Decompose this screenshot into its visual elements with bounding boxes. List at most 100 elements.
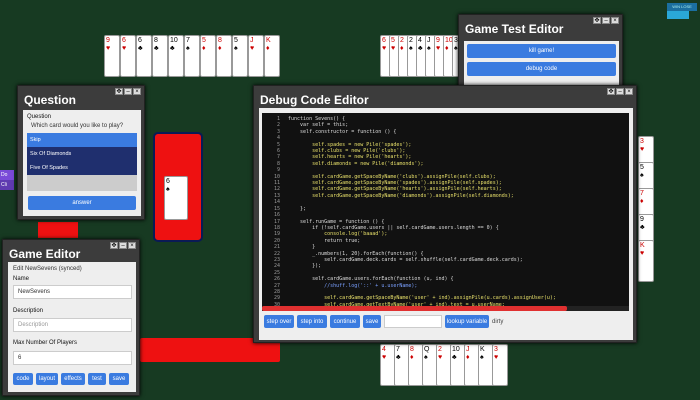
playing-card[interactable]: 5 ♦ xyxy=(200,35,216,77)
card-rank: 10 xyxy=(170,37,178,44)
left-red-space[interactable] xyxy=(38,222,78,238)
card-suit-icon: ♦ xyxy=(218,45,222,52)
minimize-icon[interactable]: – xyxy=(124,88,132,95)
close-icon[interactable]: × xyxy=(611,17,619,24)
card-rank: 4 xyxy=(418,37,422,44)
card-suit-icon: ♣ xyxy=(154,45,159,52)
close-icon[interactable]: × xyxy=(625,88,633,95)
continue-button[interactable]: continue xyxy=(330,315,360,328)
lookup-variable-button[interactable]: lookup variable xyxy=(445,315,489,328)
layout-button[interactable]: layout xyxy=(36,373,58,385)
card-suit-icon: ♦ xyxy=(640,198,644,205)
playing-card[interactable]: 8 ♦ xyxy=(216,35,232,77)
playing-card[interactable]: 8 ♣ xyxy=(152,35,168,77)
card-rank: 7 xyxy=(186,37,190,44)
code-button[interactable]: code xyxy=(13,373,33,385)
card-rank: 8 xyxy=(410,346,414,353)
save-button[interactable]: save xyxy=(363,315,381,328)
card-suit-icon: ♠ xyxy=(480,354,484,361)
move-icon[interactable]: ✥ xyxy=(607,88,615,95)
pile-card-suit: ♠ xyxy=(166,186,170,193)
debug-code-button[interactable]: debug code xyxy=(467,62,616,76)
window-controls: ✥ – × xyxy=(115,88,141,95)
card-rank: 9 xyxy=(436,37,440,44)
line-text: self.cardGame.getSpaceByName('clubs').as… xyxy=(288,173,496,180)
move-icon[interactable]: ✥ xyxy=(110,242,118,249)
question-window: ✥ – × Question Question Which card would y… xyxy=(17,85,145,220)
minimize-icon[interactable]: – xyxy=(119,242,127,249)
step-over-button[interactable]: step over xyxy=(264,315,294,328)
card-rank: 10 xyxy=(452,346,460,353)
card-suit-icon: ♦ xyxy=(266,45,270,52)
line-text: self.cardGame.getSpaceByName('user' + in… xyxy=(288,295,556,302)
playing-card[interactable]: 10 ♣ xyxy=(168,35,184,77)
card-rank: 5 xyxy=(640,164,644,171)
code-editor[interactable]: 1 function Sevens() {2 var self = this; 3 … xyxy=(262,113,629,306)
card-suit-icon: ♠ xyxy=(424,354,428,361)
line-text: self.spades = new Pile('spades'); xyxy=(288,141,412,148)
variable-input[interactable] xyxy=(384,315,442,328)
card-rank: 2 xyxy=(438,346,442,353)
name-field[interactable]: NewSevens xyxy=(13,285,132,299)
close-icon[interactable]: × xyxy=(133,88,141,95)
side-label-do[interactable]: Do xyxy=(0,170,14,180)
window-controls: ✥ – × xyxy=(607,88,633,95)
card-suit-icon: ♦ xyxy=(410,354,414,361)
step-into-button[interactable]: step into xyxy=(297,315,327,328)
playing-card[interactable]: J ♥ xyxy=(248,35,264,77)
line-text: } xyxy=(288,244,316,251)
effects-button[interactable]: effects xyxy=(61,373,85,385)
card-rank: K xyxy=(480,346,485,353)
line-text: self.cardGame.deck.cards = self.shuffle(… xyxy=(288,256,523,263)
close-icon[interactable]: × xyxy=(128,242,136,249)
name-label: Name xyxy=(13,276,30,282)
line-text: self.constructor = function () { xyxy=(288,128,397,135)
playing-card[interactable]: 7 ♠ xyxy=(184,35,200,77)
card-rank: 3 xyxy=(494,346,498,353)
minimize-icon[interactable]: – xyxy=(602,17,610,24)
line-text: self.runGame = function () { xyxy=(288,218,385,225)
card-suit-icon: ♥ xyxy=(122,45,127,52)
question-heading: Question xyxy=(27,114,52,120)
pile-card-rank: 6 xyxy=(166,178,170,185)
scroll-thumb[interactable] xyxy=(262,306,567,311)
card-rank: 7 xyxy=(396,346,400,353)
window-controls: ✥ – × xyxy=(110,242,136,249)
test-button[interactable]: test xyxy=(88,373,106,385)
playing-card[interactable]: K ♥ xyxy=(638,240,654,282)
horizontal-scrollbar[interactable] xyxy=(262,306,629,311)
option-skip[interactable]: Skip xyxy=(27,133,137,147)
minimize-icon[interactable]: – xyxy=(616,88,624,95)
playing-card[interactable]: K ♦ xyxy=(264,35,280,77)
line-text: if (!self.cardGame.users || self.cardGam… xyxy=(288,224,499,231)
max-players-field[interactable]: 6 xyxy=(13,351,132,365)
option-five-of-spades[interactable]: Five Of Spades xyxy=(27,161,137,175)
question-prompt: Which card would you like to play? xyxy=(31,123,124,129)
playing-card[interactable]: 5 ♠ xyxy=(232,35,248,77)
playing-card[interactable]: 6 ♥ xyxy=(120,35,136,77)
line-text: self.clubs = new Pile('clubs'); xyxy=(288,148,406,155)
dirty-status: dirty xyxy=(492,318,504,325)
card-rank: 9 xyxy=(106,37,110,44)
playing-card[interactable]: 3 ♥ xyxy=(492,344,508,386)
option-six-of-diamonds[interactable]: Six Of Diamonds xyxy=(27,147,137,161)
side-label-cli[interactable]: Cli xyxy=(0,180,14,190)
playing-card[interactable]: 6 ♣ xyxy=(136,35,152,77)
line-text: self.cardGame.users.forEach(function (u,… xyxy=(288,276,454,283)
pile-card[interactable]: 6 ♠ xyxy=(164,176,188,220)
save-button[interactable]: save xyxy=(109,373,129,385)
code-lines: 1 function Sevens() {2 var self = this; 3 … xyxy=(266,116,625,306)
move-icon[interactable]: ✥ xyxy=(593,17,601,24)
kill-game-button[interactable]: kill game! xyxy=(467,44,616,58)
indicator-bar xyxy=(667,11,689,19)
editor-subtitle: Edit NewSevens (synced) xyxy=(13,266,82,272)
move-icon[interactable]: ✥ xyxy=(115,88,123,95)
answer-button[interactable]: answer xyxy=(28,196,136,210)
option-list[interactable]: Skip Six Of Diamonds Five Of Spades xyxy=(27,133,137,191)
card-rank: J xyxy=(466,346,470,353)
line-text: function Sevens() { xyxy=(288,116,346,122)
card-suit-icon: ♦ xyxy=(466,354,470,361)
playing-card[interactable]: 9 ♥ xyxy=(104,35,120,77)
line-text: }); xyxy=(288,263,322,270)
description-field[interactable]: Description xyxy=(13,318,132,332)
